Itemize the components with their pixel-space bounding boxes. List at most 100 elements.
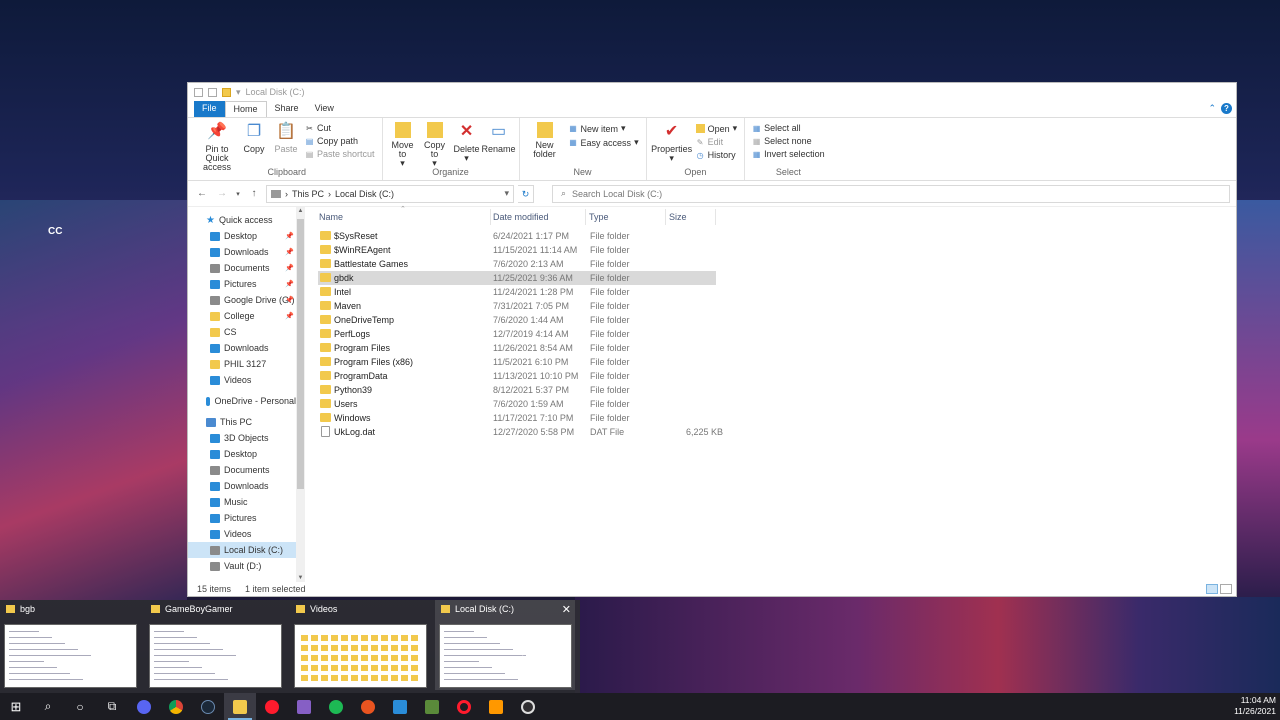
nav-this-pc-item[interactable]: Pictures xyxy=(188,510,296,526)
sublime-text-button[interactable] xyxy=(480,693,512,720)
back-arrow-icon[interactable]: ← xyxy=(194,188,210,199)
copy-path-button[interactable]: ▤ Copy path xyxy=(305,136,375,146)
file-row[interactable]: $SysReset 6/24/2021 1:17 PM File folder xyxy=(318,229,716,243)
window-preview[interactable]: bgb xyxy=(0,600,140,690)
nav-scroll-thumb[interactable] xyxy=(297,219,304,489)
select-all-button[interactable]: ▦ Select all xyxy=(752,123,825,133)
search-taskbar-button[interactable]: ⌕ xyxy=(32,693,64,720)
obs-button[interactable] xyxy=(512,693,544,720)
file-row[interactable]: ProgramData 11/13/2021 10:10 PM File folde… xyxy=(318,369,716,383)
scroll-up-icon[interactable]: ▲ xyxy=(296,208,305,214)
tab-home[interactable]: Home xyxy=(224,101,267,117)
remote-desktop-button[interactable] xyxy=(384,693,416,720)
breadcrumb-local-disk[interactable]: Local Disk (C:) xyxy=(335,189,394,199)
window-preview[interactable]: Videos xyxy=(290,600,430,690)
file-explorer-taskbar-button[interactable] xyxy=(224,693,256,720)
column-size[interactable]: Size xyxy=(669,212,687,222)
easy-access-button[interactable]: ▦ Easy access ▾ xyxy=(569,137,638,148)
properties-quick-icon[interactable] xyxy=(208,87,217,97)
column-name[interactable]: Name xyxy=(319,212,343,222)
nav-quick-access-item[interactable]: Desktop 📌 xyxy=(188,228,296,244)
recent-locations-icon[interactable]: ▾ xyxy=(234,190,242,198)
nav-this-pc-item[interactable]: Documents xyxy=(188,462,296,478)
opera-button[interactable] xyxy=(256,693,288,720)
collapse-ribbon-icon[interactable]: ⌃ xyxy=(1208,103,1216,114)
address-input[interactable]: › This PC › Local Disk (C:) ▾ xyxy=(266,184,514,203)
file-row[interactable]: Program Files 11/26/2021 8:54 AM File fold… xyxy=(318,341,716,355)
details-view-icon[interactable] xyxy=(1206,584,1218,594)
nav-quick-access-item[interactable]: PHIL 3127 xyxy=(188,356,296,372)
visual-studio-button[interactable] xyxy=(288,693,320,720)
close-icon[interactable]: ✕ xyxy=(562,603,571,616)
ubuntu-button[interactable] xyxy=(352,693,384,720)
properties-button[interactable]: ✔ Properties ▾ xyxy=(651,122,692,163)
nav-this-pc-item[interactable]: 3D Objects xyxy=(188,430,296,446)
cortana-button[interactable]: ○ xyxy=(64,693,96,720)
copy-button[interactable]: ❐ Copy xyxy=(239,122,269,154)
forward-arrow-icon[interactable]: → xyxy=(214,188,230,199)
nav-quick-access-item[interactable]: Google Drive (G:) 📌 xyxy=(188,292,296,308)
breadcrumb-this-pc[interactable]: This PC xyxy=(292,189,324,199)
file-row[interactable]: Maven 7/31/2021 7:05 PM File folder xyxy=(318,299,716,313)
refresh-icon[interactable]: ↻ xyxy=(518,184,534,203)
nav-onedrive[interactable]: OneDrive - Personal xyxy=(188,393,296,409)
select-none-button[interactable]: ▦ Select none xyxy=(752,136,825,146)
nav-quick-access[interactable]: ★ Quick access xyxy=(188,212,296,228)
nav-scrollbar[interactable]: ▲ ▼ xyxy=(296,207,305,582)
nav-this-pc-item[interactable]: Local Disk (C:) xyxy=(188,542,296,558)
nav-this-pc-item[interactable]: Downloads xyxy=(188,478,296,494)
task-view-button[interactable]: ⧉ xyxy=(96,693,128,720)
system-clock[interactable]: 11:04 AM 11/26/2021 xyxy=(1234,695,1276,717)
file-row[interactable]: PerfLogs 12/7/2019 4:14 AM File folder xyxy=(318,327,716,341)
nav-this-pc-item[interactable]: Videos xyxy=(188,526,296,542)
search-input[interactable]: ⌕ Search Local Disk (C:) xyxy=(552,184,1230,203)
edit-button[interactable]: ✎ Edit xyxy=(696,137,738,147)
file-row[interactable]: OneDriveTemp 7/6/2020 1:44 AM File folder xyxy=(318,313,716,327)
discord-button[interactable] xyxy=(128,693,160,720)
cut-button[interactable]: ✂ Cut xyxy=(305,123,375,133)
start-button[interactable]: ⊞ xyxy=(0,693,32,720)
move-to-button[interactable]: Move to ▾ xyxy=(388,122,418,168)
file-row[interactable]: Program Files (x86) 11/5/2021 6:10 PM File… xyxy=(318,355,716,369)
pin-quick-access-button[interactable]: 📌 Pin to Quick access xyxy=(197,122,237,172)
new-item-button[interactable]: ▦ New item ▾ xyxy=(569,123,639,134)
delete-button[interactable]: ✕ Delete ▾ xyxy=(452,122,482,163)
up-arrow-icon[interactable]: ↑ xyxy=(246,188,262,199)
nav-this-pc-item[interactable]: Desktop xyxy=(188,446,296,462)
tab-file[interactable]: File xyxy=(194,101,225,117)
address-dropdown-icon[interactable]: ▾ xyxy=(504,188,509,199)
minecraft-button[interactable] xyxy=(416,693,448,720)
copy-to-button[interactable]: Copy to ▾ xyxy=(420,122,450,168)
nav-quick-access-item[interactable]: Documents 📌 xyxy=(188,260,296,276)
new-folder-quick-icon[interactable] xyxy=(222,87,231,97)
tab-view[interactable]: View xyxy=(307,101,342,117)
open-button[interactable]: Open ▾ xyxy=(695,123,737,134)
scroll-down-icon[interactable]: ▼ xyxy=(296,575,305,581)
steam-button[interactable] xyxy=(192,693,224,720)
spotify-button[interactable] xyxy=(320,693,352,720)
help-icon[interactable]: ? xyxy=(1221,103,1232,114)
nav-this-pc-item[interactable]: Music xyxy=(188,494,296,510)
quick-access-dropdown-icon[interactable]: ▾ xyxy=(236,87,241,98)
file-row[interactable]: Users 7/6/2020 1:59 AM File folder xyxy=(318,397,716,411)
new-folder-button[interactable]: New folder xyxy=(525,122,565,159)
window-preview[interactable]: GameBoyGamer xyxy=(145,600,285,690)
file-row[interactable]: UkLog.dat 12/27/2020 5:58 PM DAT File 6,225… xyxy=(318,425,723,439)
nav-quick-access-item[interactable]: CS xyxy=(188,324,296,340)
nav-quick-access-item[interactable]: Downloads xyxy=(188,340,296,356)
file-row[interactable]: Intel 11/24/2021 1:28 PM File folder xyxy=(318,285,716,299)
history-button[interactable]: ◷ History xyxy=(696,150,738,160)
paste-shortcut-button[interactable]: ▤ Paste shortcut xyxy=(305,149,375,159)
column-date-modified[interactable]: Date modified xyxy=(493,212,549,222)
nav-quick-access-item[interactable]: Downloads 📌 xyxy=(188,244,296,260)
file-row[interactable]: $WinREAgent 11/15/2021 11:14 AM File folde… xyxy=(318,243,716,257)
large-icons-view-icon[interactable] xyxy=(1220,584,1232,594)
nav-this-pc-item[interactable]: Vault (D:) xyxy=(188,558,296,574)
column-type[interactable]: Type xyxy=(589,212,609,222)
invert-selection-button[interactable]: ▦ Invert selection xyxy=(752,149,825,159)
chrome-button[interactable] xyxy=(160,693,192,720)
tab-share[interactable]: Share xyxy=(267,101,307,117)
rename-button[interactable]: ▭ Rename xyxy=(482,122,516,154)
nav-quick-access-item[interactable]: Videos xyxy=(188,372,296,388)
opera-gx-button[interactable] xyxy=(448,693,480,720)
